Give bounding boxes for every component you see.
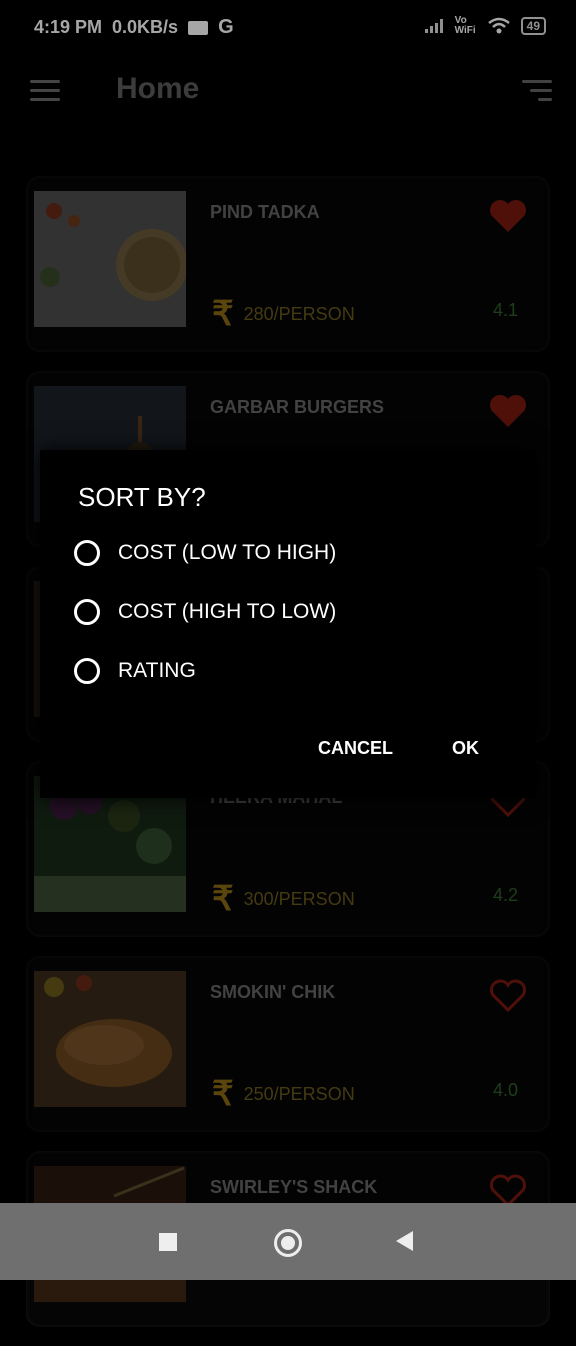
ok-button[interactable]: OK xyxy=(452,738,479,759)
option-label: RATING xyxy=(118,659,196,682)
dialog-title: SORT BY? xyxy=(78,482,206,512)
cancel-button[interactable]: CANCEL xyxy=(318,738,393,759)
back-icon[interactable] xyxy=(396,1231,413,1251)
option-label: COST (HIGH TO LOW) xyxy=(118,600,337,623)
sort-option-cost-high-low[interactable]: COST (HIGH TO LOW) xyxy=(74,599,336,625)
recents-icon[interactable] xyxy=(159,1233,177,1251)
sort-dialog: SORT BY? COST (LOW TO HIGH) COST (HIGH T… xyxy=(40,450,536,798)
home-icon[interactable] xyxy=(274,1229,302,1257)
sort-option-rating[interactable]: RATING xyxy=(74,658,196,684)
option-label: COST (LOW TO HIGH) xyxy=(118,541,337,564)
sort-option-cost-low-high[interactable]: COST (LOW TO HIGH) xyxy=(74,540,336,566)
radio-button[interactable] xyxy=(74,658,100,684)
radio-button[interactable] xyxy=(74,540,100,566)
radio-button[interactable] xyxy=(74,599,100,625)
system-nav-bar xyxy=(0,1203,576,1280)
